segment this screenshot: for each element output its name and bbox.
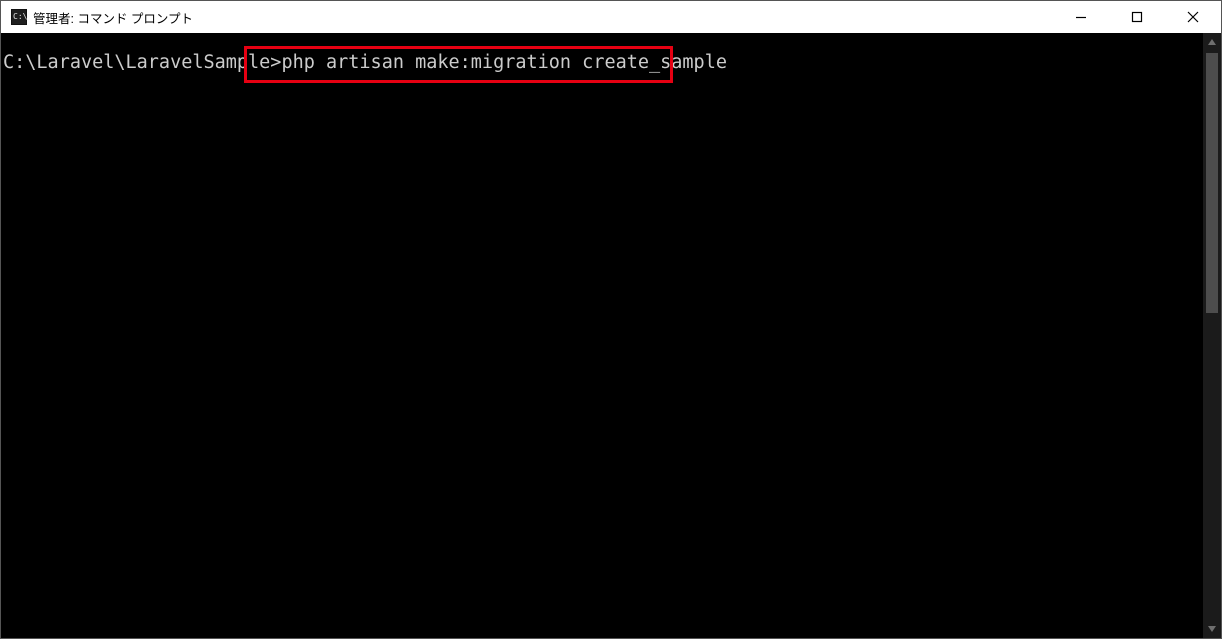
maximize-button[interactable] <box>1109 1 1165 33</box>
title-bar[interactable]: 管理者: コマンド プロンプト <box>1 1 1221 33</box>
window-title: 管理者: コマンド プロンプト <box>33 8 193 27</box>
terminal-wrap: C:\Laravel\LaravelSample>php artisan mak… <box>1 33 1221 638</box>
cmd-app-icon <box>11 9 27 25</box>
minimize-button[interactable] <box>1053 1 1109 33</box>
cmd-window: 管理者: コマンド プロンプト C:\Laravel\LaravelSample… <box>0 0 1222 639</box>
window-controls <box>1053 1 1221 33</box>
scrollbar-vertical[interactable] <box>1203 33 1221 638</box>
prompt-line: C:\Laravel\LaravelSample>php artisan mak… <box>3 51 1201 76</box>
typed-command: php artisan make:migration create_sample <box>281 52 727 73</box>
scrollbar-arrow-up-icon[interactable] <box>1203 33 1221 51</box>
terminal[interactable]: C:\Laravel\LaravelSample>php artisan mak… <box>1 33 1203 638</box>
scrollbar-thumb[interactable] <box>1206 53 1218 313</box>
scrollbar-arrow-down-icon[interactable] <box>1203 620 1221 638</box>
prompt-path: C:\Laravel\LaravelSample> <box>3 52 281 73</box>
close-button[interactable] <box>1165 1 1221 33</box>
